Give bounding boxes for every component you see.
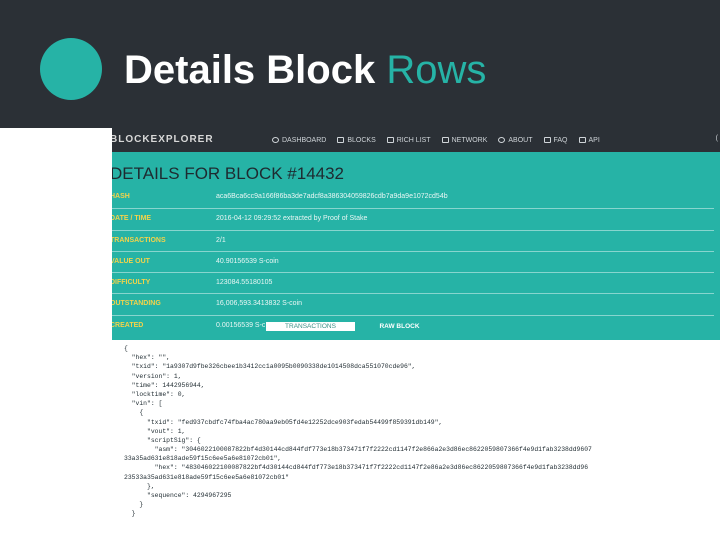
nav-label: ABOUT: [508, 136, 533, 144]
raw-json-line: {: [124, 345, 128, 352]
raw-json-line: "txid": "1a9307d9fbe326cbee1b3412cc1a009…: [124, 363, 416, 371]
blocks-icon: [337, 137, 345, 143]
nav-label: RICH LIST: [396, 136, 431, 144]
raw-json-line: }: [124, 510, 136, 518]
raw-json-line: }: [124, 501, 144, 509]
nav-label: API: [588, 136, 600, 144]
detail-key: HASH: [112, 193, 130, 200]
detail-key: DIFFICULTY: [112, 279, 151, 287]
slide-title-main: Details Block: [124, 48, 376, 92]
raw-json-line: },: [124, 482, 155, 490]
details-table: HASH aca6Bca6cc9a166f86ba3de7adcf8a386304…: [112, 187, 714, 336]
block-details-title: DETAILS FOR BLOCK #14432: [112, 164, 345, 183]
nav-dashboard[interactable]: DASHBOARD: [272, 137, 326, 144]
detail-value: 16,006,593.3413832 S-coin: [216, 300, 303, 308]
raw-json-line: "vout": 1,: [124, 427, 186, 435]
detail-value: 2/1: [216, 236, 226, 244]
nav-label: FAQ: [553, 136, 568, 144]
nav-rich-list[interactable]: RICH LIST: [386, 136, 431, 144]
nav-menu: DASHBOARD BLOCKS RICH LIST NETWORK ABOUT…: [272, 128, 600, 152]
screenshot: BLOCKEXPLORER DASHBOARD BLOCKS RICH LIST…: [112, 128, 720, 540]
raw-json-line: {: [124, 409, 144, 417]
detail-value: aca6Bca6cc9a166f86ba3de7adcf8a3863040598…: [216, 193, 448, 200]
detail-key: TRANSACTIONS: [112, 236, 166, 244]
detail-row-value-out: VALUE OUT 40.90156539 S-coin: [112, 250, 714, 272]
detail-value: 123084.55180105: [216, 279, 273, 287]
slide-header: Details Block Rows: [0, 0, 720, 128]
detail-row-transactions: TRANSACTIONS 2/1: [112, 229, 714, 251]
nav-label: NETWORK: [451, 136, 488, 144]
nav-blocks[interactable]: BLOCKS: [337, 136, 376, 144]
left-margin: [0, 128, 112, 540]
nav-label: DASHBOARD: [282, 136, 327, 144]
raw-json-line: "hex": "",: [124, 354, 171, 362]
faq-icon: [543, 137, 551, 143]
dashboard-icon: [272, 137, 279, 143]
slide-title-accent: Rows: [386, 48, 487, 92]
detail-row-datetime: DATE / TIME 2016-04-12 09:29:52 extracted…: [112, 208, 714, 229]
raw-json-line: "txid": "fed937cbdfc74fba4ac780aa9eb05fd…: [124, 418, 443, 426]
raw-json-line: "version": 1,: [124, 372, 182, 380]
detail-key: DATE / TIME: [112, 215, 152, 223]
info-icon: [498, 137, 506, 143]
raw-json-line: "time": 1442956944,: [124, 381, 205, 389]
raw-json-line: "sequence": 4294967295: [124, 492, 232, 499]
raw-json-line: "scriptSig": {: [124, 436, 201, 444]
decorative-circle: [40, 38, 102, 100]
nav-edge-glyph: (⁠: [715, 135, 718, 142]
raw-json-line: 33a35ad631e818ade59f15c6ee5a6e81072cb01"…: [124, 455, 282, 463]
raw-json-line: 23533a35ad631e818ade59f15c6ee5a6e81072cb…: [124, 473, 289, 481]
slide-title: Details Block Rows: [124, 46, 486, 94]
raw-block-json: { "hex": "", "txid": "1a9307d9fbe326cbee…: [124, 344, 714, 519]
raw-json-line: "hex": "483046022100087822bf4d30144cd844…: [124, 464, 589, 472]
network-icon: [441, 137, 449, 143]
raw-json-line: "vin": [: [124, 400, 163, 408]
detail-key: CREATED: [112, 321, 144, 329]
view-tabs: TRANSACTIONS RAW BLOCK: [265, 321, 445, 332]
tab-raw-block[interactable]: RAW BLOCK: [355, 322, 444, 331]
detail-value: 2016-04-12 09:29:52 extracted by Proof o…: [216, 215, 368, 223]
detail-row-hash: HASH aca6Bca6cc9a166f86ba3de7adcf8a386304…: [112, 187, 714, 208]
nav-api[interactable]: API: [578, 136, 600, 144]
detail-row-outstanding: OUTSTANDING 16,006,593.3413832 S-coin: [112, 293, 714, 314]
nav-label: BLOCKS: [347, 136, 376, 144]
detail-row-difficulty: DIFFICULTY 123084.55180105: [112, 272, 714, 293]
detail-value: 40.90156539 S-coin: [216, 257, 279, 265]
detail-key: VALUE OUT: [112, 257, 150, 265]
detail-key: OUTSTANDING: [112, 300, 161, 308]
nav-about[interactable]: ABOUT: [498, 136, 533, 144]
api-icon: [578, 137, 586, 143]
logo[interactable]: BLOCKEXPLORER: [112, 134, 214, 145]
raw-json-line: "asm": "3046022100087822bf4d30144cd844fd…: [124, 446, 592, 454]
top-nav-bar: BLOCKEXPLORER DASHBOARD BLOCKS RICH LIST…: [112, 128, 720, 152]
details-panel: DETAILS FOR BLOCK #14432 HASH aca6Bca6cc9…: [112, 152, 720, 340]
rich-list-icon: [386, 137, 394, 143]
nav-faq[interactable]: FAQ: [543, 136, 568, 144]
raw-json-line: "locktime": 0,: [124, 390, 186, 398]
nav-network[interactable]: NETWORK: [441, 136, 488, 144]
tab-transactions[interactable]: TRANSACTIONS: [266, 322, 355, 331]
